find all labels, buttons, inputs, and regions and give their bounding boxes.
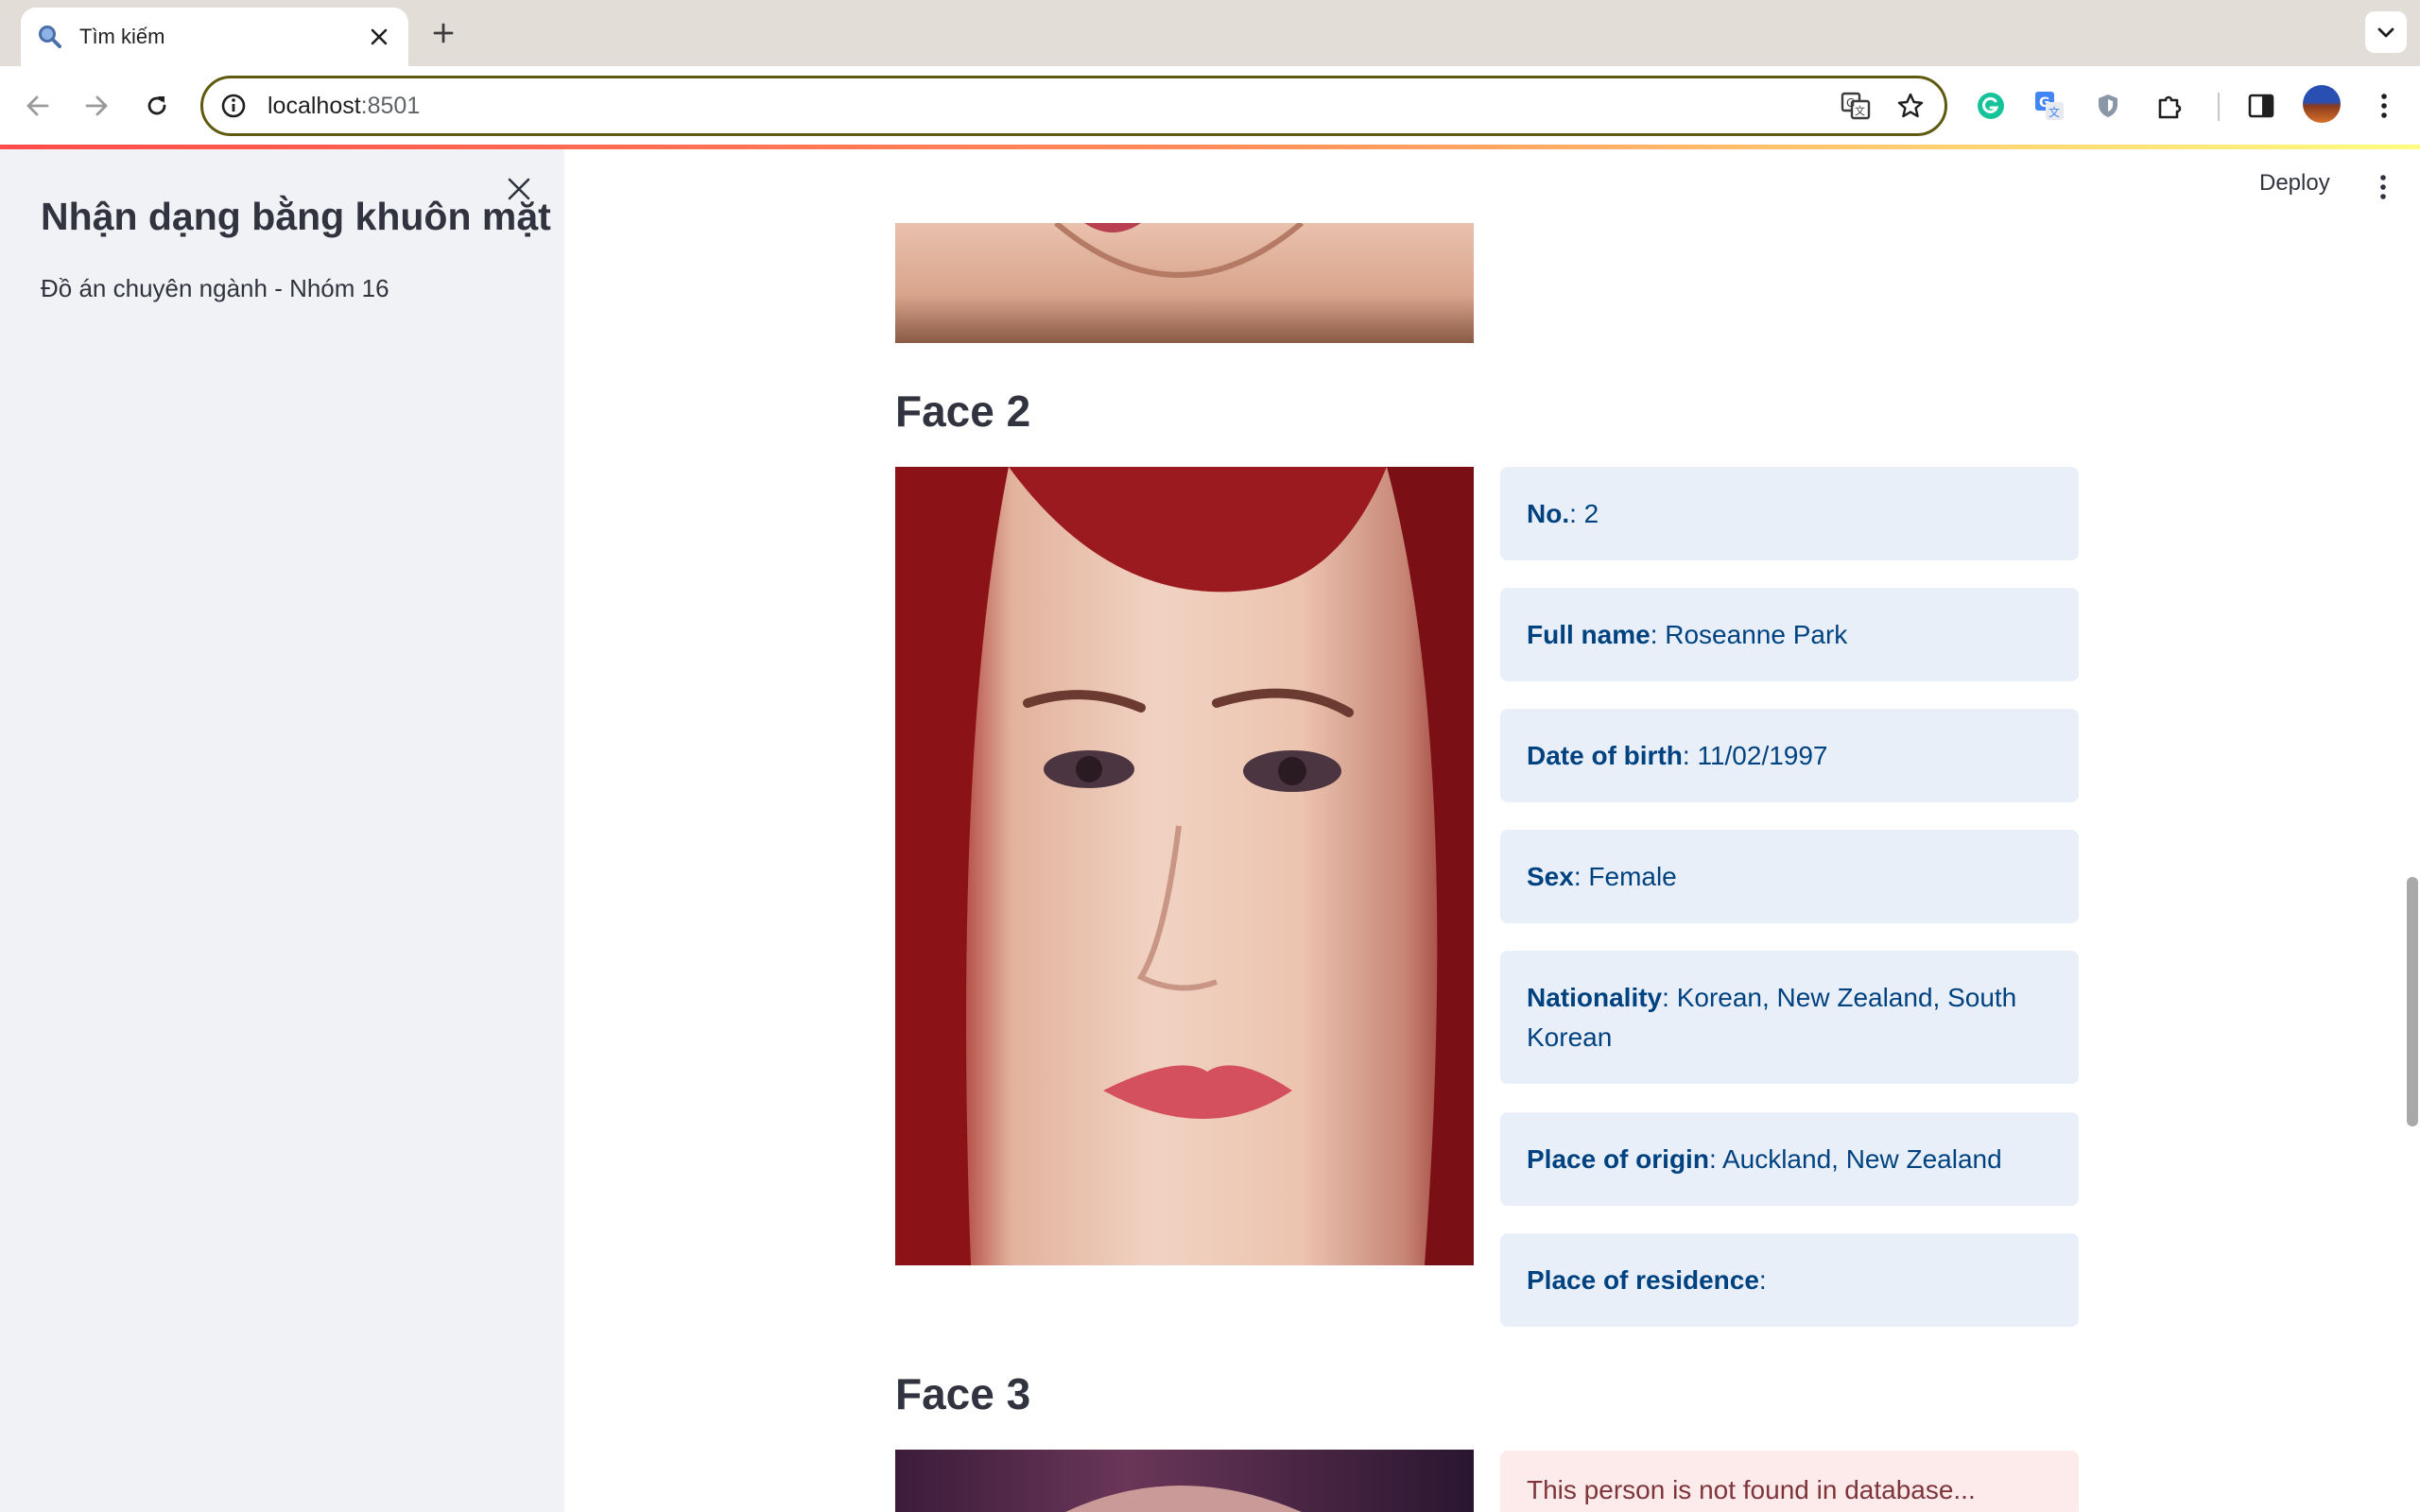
- kebab-menu-icon: [2381, 94, 2387, 118]
- new-tab-button[interactable]: [427, 17, 459, 49]
- face-3-image: [895, 1450, 1474, 1512]
- info-icon[interactable]: [216, 89, 251, 123]
- url-text: localhost:8501: [268, 93, 1835, 120]
- svg-text:文: 文: [2048, 105, 2060, 119]
- search-icon: [36, 23, 64, 51]
- sex-label: Sex: [1527, 861, 1574, 891]
- sidebar: [0, 149, 564, 1512]
- info-nationality: Nationality: Korean, New Zealand, South …: [1500, 951, 2079, 1084]
- address-bar[interactable]: localhost:8501 G文: [200, 76, 1947, 136]
- reload-button[interactable]: [134, 83, 180, 129]
- dob-value: : 11/02/1997: [1682, 740, 1828, 770]
- main-content: [564, 149, 2420, 1512]
- side-panel-icon[interactable]: [2240, 85, 2282, 127]
- sidebar-subtitle: Đồ án chuyên ngành - Nhóm 16: [41, 274, 389, 302]
- url-port: :8501: [360, 92, 421, 119]
- browser-toolbar: localhost:8501 G文 G文: [0, 66, 2420, 146]
- no-value: : 2: [1569, 498, 1599, 528]
- face-3-heading: Face 3: [895, 1369, 1031, 1418]
- tab-search-button[interactable]: [2365, 11, 2407, 53]
- reload-icon: [147, 96, 166, 115]
- info-sex: Sex: Female: [1500, 830, 2079, 923]
- browser-tab[interactable]: Tìm kiếm: [21, 8, 408, 66]
- page-scrollbar[interactable]: [2407, 877, 2418, 1126]
- sidebar-title: Nhận dạng bằng khuôn mặt: [41, 195, 551, 238]
- svg-text:G: G: [1846, 96, 1855, 110]
- close-icon[interactable]: [365, 23, 393, 51]
- deploy-button[interactable]: Deploy: [2259, 170, 2330, 197]
- grammarly-icon[interactable]: [1970, 85, 2012, 127]
- info-place-of-origin: Place of origin: Auckland, New Zealand: [1500, 1112, 2079, 1206]
- full-name-value: : Roseanne Park: [1650, 619, 1848, 649]
- sex-value: : Female: [1573, 861, 1677, 891]
- not-found-alert: This person is not found in database...: [1500, 1451, 2079, 1512]
- face-2-image: [895, 467, 1474, 1265]
- back-button[interactable]: [15, 83, 60, 129]
- forward-arrow-icon: [85, 95, 108, 116]
- back-arrow-icon: [26, 95, 49, 116]
- info-full-name: Full name: Roseanne Park: [1500, 588, 2079, 681]
- residence-value: :: [1758, 1264, 1767, 1295]
- puzzle-icon[interactable]: [2150, 85, 2191, 127]
- chevron-down-icon: [2377, 27, 2394, 38]
- full-name-label: Full name: [1527, 619, 1651, 649]
- tab-title: Tìm kiếm: [79, 25, 165, 48]
- nationality-label: Nationality: [1527, 982, 1663, 1012]
- origin-value: : Auckland, New Zealand: [1708, 1143, 2002, 1174]
- browser-menu-button[interactable]: [2363, 85, 2405, 127]
- info-place-of-residence: Place of residence:: [1500, 1233, 2079, 1327]
- svg-text:文: 文: [1855, 104, 1865, 117]
- toolbar-separator: [2218, 93, 2220, 121]
- plus-icon: [433, 23, 454, 43]
- app-menu-button[interactable]: [2369, 170, 2397, 204]
- origin-label: Place of origin: [1527, 1143, 1709, 1174]
- star-icon[interactable]: [1890, 85, 1931, 127]
- no-label: No.: [1527, 498, 1570, 528]
- info-no: No.: 2: [1500, 467, 2079, 560]
- face-2-heading: Face 2: [895, 387, 1031, 436]
- shield-icon[interactable]: [2087, 85, 2129, 127]
- face-1-image: [895, 223, 1474, 343]
- translate-icon[interactable]: G文: [1835, 85, 1876, 127]
- tab-strip: Tìm kiếm: [0, 0, 2420, 66]
- url-host: localhost: [268, 92, 361, 119]
- profile-avatar[interactable]: [2303, 85, 2341, 123]
- forward-button[interactable]: [74, 83, 119, 129]
- residence-label: Place of residence: [1527, 1264, 1759, 1295]
- google-translate-icon[interactable]: G文: [2029, 85, 2070, 127]
- dob-label: Date of birth: [1527, 740, 1683, 770]
- kebab-menu-icon: [2380, 175, 2386, 199]
- info-date-of-birth: Date of birth: 11/02/1997: [1500, 709, 2079, 802]
